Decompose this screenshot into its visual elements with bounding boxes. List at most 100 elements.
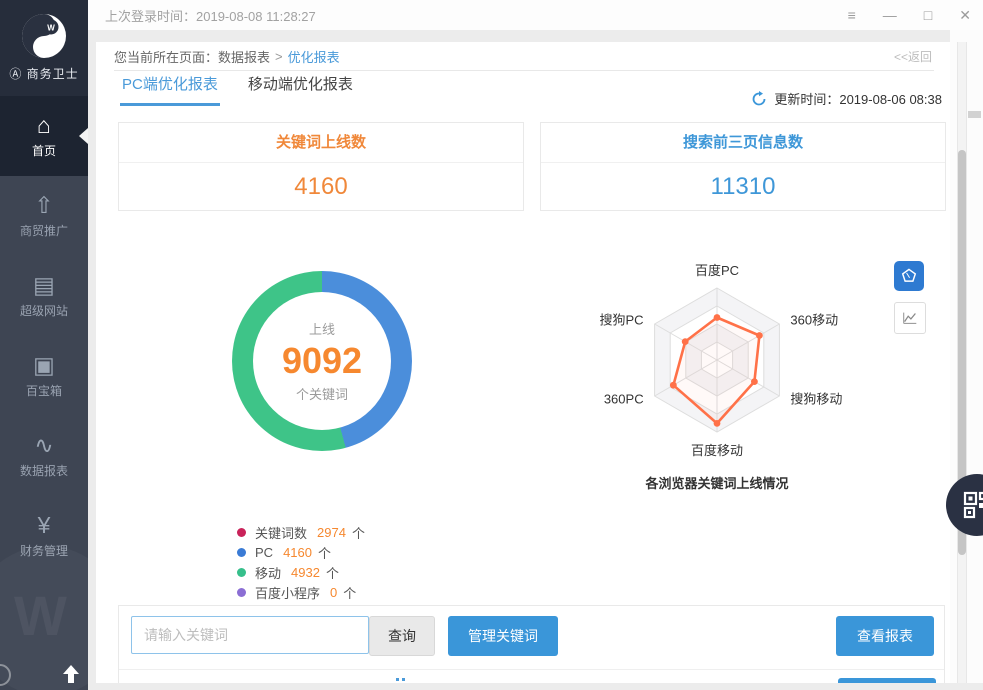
breadcrumb-section: 数据报表 [218,47,270,66]
donut-legend: 关键词数2974个PC4160个移动4932个百度小程序0个 [237,526,365,599]
legend-dot [237,548,246,557]
maximize-icon[interactable]: □ [924,8,932,22]
sidebar-item[interactable]: ∿ 数据报表 [0,416,88,496]
breadcrumb-current[interactable]: 优化报表 [288,47,340,66]
donut-center: 上线 9092 个关键词 [253,292,391,430]
minimize-icon[interactable]: — [883,8,897,22]
toolbox-icon: ▣ [33,353,55,377]
watermark-letter: W [14,583,67,648]
sidebar-menu: ⌂首页⇧商贸推广▤超级网站▣百宝箱∿数据报表¥财务管理 [0,96,88,576]
donut-center-label-top: 上线 [309,319,335,338]
breadcrumb-separator: > [275,49,283,64]
refresh-icon[interactable] [751,91,767,107]
breadcrumb-prefix: 您当前所在页面： [114,47,218,66]
stat-card: 搜索前三页信息数11310 [540,122,946,211]
refresh-area: 更新时间：2019-08-06 08:38 [751,89,942,108]
keyword-search-input[interactable] [131,616,369,654]
brand-name: Ⓐ 商务卫士 [9,65,78,82]
stat-card-title: 搜索前三页信息数 [541,123,945,163]
sidebar-item-label: 商贸推广 [20,222,68,239]
report-icon: ∿ [34,433,53,457]
legend-unit: 个 [318,543,331,562]
keywords-donut-chart: 上线 9092 个关键词 [232,271,412,451]
sidebar-item-label: 超级网站 [20,302,68,319]
legend-row: 移动 4932 个 [237,566,365,579]
scrollbar-button[interactable] [968,111,981,118]
sidebar-item-label: 首页 [32,142,56,159]
menu-icon[interactable]: ≡ [848,8,856,22]
legend-value: 2974 [317,525,346,540]
manage-keywords-button[interactable]: 管理关键词 [448,616,558,656]
last-login-time: 上次登录时间：2019-08-08 11:28:27 [105,6,316,25]
legend-label: 关键词数 [255,523,307,542]
search-button[interactable]: 查询 [369,616,435,656]
legend-row: 百度小程序 0个 [237,586,365,599]
radar-axis-label: 360移动 [790,313,838,328]
tab[interactable]: 移动端优化报表 [246,76,355,106]
legend-row: 关键词数 2974 个 [237,526,365,539]
legend-label: PC [255,545,273,560]
finance-icon: ¥ [38,513,51,537]
legend-dot [237,528,246,537]
sidebar-item[interactable]: ⇧商贸推广 [0,176,88,256]
window-titlebar: 上次登录时间：2019-08-08 11:28:27 ≡ — □ ✕ [88,0,983,31]
stat-card-value: 11310 [541,163,945,210]
window-controls: ≡ — □ ✕ [848,0,971,30]
clipped-view-report-button[interactable] [838,678,936,683]
line-view-button[interactable] [894,302,926,334]
close-icon[interactable]: ✕ [959,8,971,22]
donut-center-value: 9092 [282,343,362,379]
website-icon: ▤ [33,273,55,297]
main-panel: 您当前所在页面：数据报表 > 优化报表 <<返回 PC端优化报表移动端优化报表 … [96,42,950,683]
line-chart-icon [901,309,919,327]
radar-caption: 各浏览器关键词上线情况 [567,473,867,492]
clipped-content [396,678,405,681]
legend-value: 0 [330,585,337,600]
keyword-toolbar-card: 查询 管理关键词 查看报表 [118,605,945,683]
update-time: 更新时间：2019-08-06 08:38 [774,89,942,108]
legend-dot [237,588,246,597]
svg-text:W: W [47,24,55,33]
legend-value: 4932 [291,565,320,580]
pentagon-icon [900,267,918,285]
radar-axis-label: 360PC [604,392,644,407]
breadcrumb: 您当前所在页面：数据报表 > 优化报表 [114,42,934,71]
brand-badge-icon: Ⓐ [9,67,22,81]
sidebar: W Ⓐ 商务卫士 ⌂首页⇧商贸推广▤超级网站▣百宝箱∿数据报表¥财务管理 W [0,0,88,690]
legend-value: 4160 [283,545,312,560]
sidebar-item[interactable]: ▤ 超级网站 [0,256,88,336]
sidebar-item-label: 数据报表 [20,462,68,479]
app-window: W Ⓐ 商务卫士 ⌂首页⇧商贸推广▤超级网站▣百宝箱∿数据报表¥财务管理 W 上… [0,0,983,690]
tab[interactable]: PC端优化报表 [120,76,220,106]
report-tabs: PC端优化报表移动端优化报表 [120,76,355,106]
radar-axis-label: 搜狗移动 [790,392,842,407]
legend-unit: 个 [343,583,356,602]
brand-logo-icon: W [22,14,66,58]
stat-card: 关键词上线数4160 [118,122,524,211]
browser-radar-chart: 百度PC360移动搜狗移动百度移动360PC搜狗PC [587,242,847,482]
legend-row: PC 4160 个 [237,546,365,559]
panel-scrollbar[interactable] [957,42,967,683]
sidebar-item-label: 百宝箱 [26,382,62,399]
legend-unit: 个 [352,523,365,542]
legend-label: 百度小程序 [255,583,320,602]
divider [119,669,944,670]
donut-center-label-bottom: 个关键词 [296,384,348,403]
stat-card-value: 4160 [119,163,523,210]
view-report-button[interactable]: 查看报表 [836,616,934,656]
radar-axis-label: 搜狗PC [600,313,644,328]
sidebar-item[interactable]: ▣ 百宝箱 [0,336,88,416]
back-link[interactable]: <<返回 [894,48,932,65]
sidebar-item[interactable]: ⌂ 首页 [0,96,88,176]
stat-card-title: 关键词上线数 [119,123,523,163]
qr-code-icon [963,491,983,519]
stat-cards: 关键词上线数4160搜索前三页信息数11310 [118,122,948,211]
radar-axis-label: 百度PC [695,263,739,278]
active-item-notch [79,128,88,144]
radar-view-button[interactable] [894,261,924,291]
collapse-up-arrow-icon[interactable] [63,665,79,683]
legend-unit: 个 [326,563,339,582]
legend-label: 移动 [255,563,281,582]
home-icon: ⌂ [37,113,51,137]
legend-dot [237,568,246,577]
